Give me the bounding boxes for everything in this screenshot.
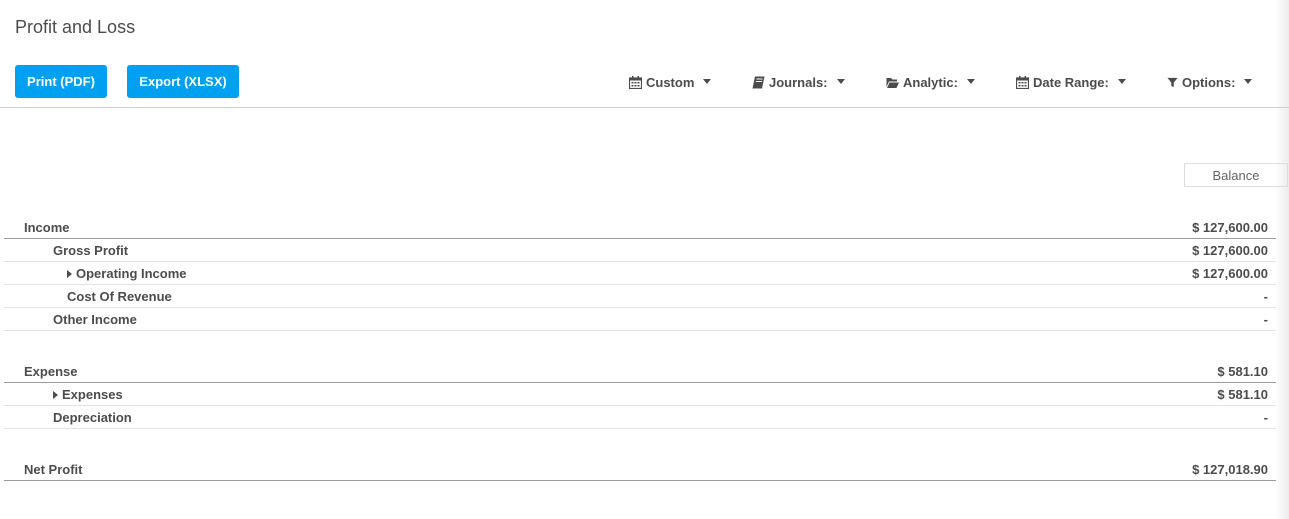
filter-date-range-label: Date Range: — [1033, 74, 1109, 90]
row-value: - — [1263, 410, 1268, 425]
row-value: $ 127,600.00 — [1192, 266, 1268, 281]
expand-caret-icon[interactable] — [53, 390, 58, 399]
caret-down-icon — [966, 78, 975, 84]
row-value: $ 127,600.00 — [1192, 243, 1268, 258]
row-label: Expense — [24, 364, 78, 379]
filter-options-dropdown[interactable]: Options: — [1167, 73, 1253, 91]
row-label: Income — [24, 220, 70, 235]
report-row-expenses[interactable]: Expenses $ 581.10 — [4, 383, 1276, 406]
row-value: - — [1263, 312, 1268, 327]
row-label-text: Cost Of Revenue — [67, 289, 172, 304]
row-label: Cost Of Revenue — [67, 289, 172, 304]
row-label-wrap: Expenses — [53, 387, 123, 402]
row-value: $ 127,600.00 — [1192, 220, 1268, 235]
filter-date-range-dropdown[interactable]: Date Range: — [1016, 73, 1126, 91]
balance-column-header: Balance — [1184, 163, 1288, 187]
caret-down-icon — [1244, 78, 1253, 84]
row-value: $ 581.10 — [1217, 387, 1268, 402]
row-value: $ 127,018.90 — [1192, 462, 1268, 477]
row-label: Other Income — [53, 312, 137, 327]
caret-down-icon — [1117, 78, 1126, 84]
export-xlsx-button[interactable]: Export (XLSX) — [127, 65, 239, 98]
expand-caret-icon[interactable] — [67, 269, 72, 278]
report-row-operating-income[interactable]: Operating Income $ 127,600.00 — [4, 262, 1276, 285]
filter-analytic-dropdown[interactable]: Analytic: — [886, 73, 975, 91]
toolbar-divider — [0, 107, 1289, 108]
row-label: Operating Income — [76, 266, 187, 281]
row-label-wrap: Operating Income — [67, 266, 187, 281]
row-value: $ 581.10 — [1217, 364, 1268, 379]
report-row-income: Income $ 127,600.00 — [4, 216, 1276, 239]
row-label: Expenses — [62, 387, 123, 402]
right-edge-shadow — [1275, 0, 1289, 519]
filter-analytic-label: Analytic: — [903, 74, 958, 90]
page-title: Profit and Loss — [15, 17, 136, 37]
filter-journals-label: Journals: — [769, 74, 828, 90]
caret-down-icon — [703, 78, 712, 84]
calendar-icon — [1016, 75, 1029, 89]
row-label: Depreciation — [53, 410, 132, 425]
filter-options-label: Options: — [1182, 74, 1236, 90]
filter-journals-dropdown[interactable]: Journals: — [752, 73, 845, 91]
row-value: - — [1263, 289, 1268, 304]
report-row-depreciation: Depreciation - — [4, 406, 1276, 429]
report-row-net-profit: Net Profit $ 127,018.90 — [4, 458, 1276, 481]
row-label: Gross Profit — [53, 243, 129, 258]
report-row-expense: Expense $ 581.10 — [4, 360, 1276, 383]
filter-custom-label: Custom — [646, 74, 695, 90]
caret-down-icon — [836, 78, 845, 84]
report-row-cost-of-revenue: Cost Of Revenue - — [4, 285, 1276, 308]
row-label: Net Profit — [24, 462, 83, 477]
filter-custom-dropdown[interactable]: Custom — [629, 73, 712, 91]
print-pdf-button[interactable]: Print (PDF) — [15, 65, 107, 98]
report-row-gross-profit: Gross Profit $ 127,600.00 — [4, 239, 1276, 262]
calendar-icon — [629, 75, 642, 89]
book-icon — [752, 76, 765, 88]
folder-open-icon — [886, 77, 899, 88]
filter-icon — [1167, 77, 1178, 87]
report-row-other-income: Other Income - — [4, 308, 1276, 331]
